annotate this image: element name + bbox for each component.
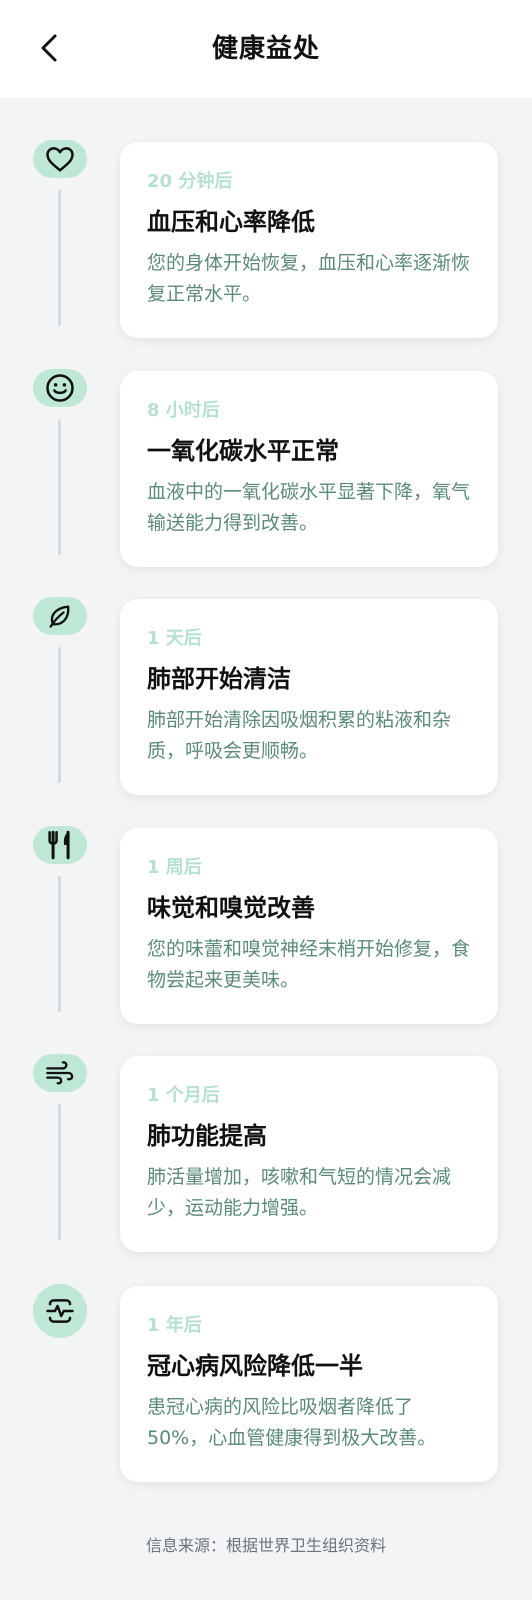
benefit-description: 您的身体开始恢复，血压和心率逐渐恢复正常水平。 (147, 252, 471, 305)
chevron-left-icon (41, 34, 57, 62)
benefit-description: 患冠心病的风险比吸烟者降低了50%，心血管健康得到极大改善。 (147, 1396, 437, 1449)
top-bar: 健康益处 (0, 0, 532, 99)
utensils-icon (48, 830, 70, 860)
timeline-connector (58, 647, 61, 783)
back-button[interactable] (28, 26, 72, 70)
timeline-connector (58, 190, 61, 326)
timeline-dot (33, 369, 87, 407)
benefit-title: 肺部开始清洁 (147, 665, 291, 693)
timeline-item: 1 年后 冠心病风险降低一半 患冠心病的风险比吸烟者降低了50%，心血管健康得到… (0, 1284, 532, 1484)
heart-icon (46, 147, 74, 172)
benefit-card[interactable]: 1 个月后 肺功能提高 肺活量增加，咳嗽和气短的情况会减少，运动能力增强。 (120, 1056, 498, 1252)
benefit-title: 冠心病风险降低一半 (147, 1352, 363, 1380)
page-title: 健康益处 (211, 34, 320, 64)
source-note: 信息来源：根据世界卫生组织资料 (145, 1536, 386, 1555)
benefit-time: 8 小时后 (147, 400, 220, 421)
benefit-card[interactable]: 20 分钟后 血压和心率降低 您的身体开始恢复，血压和心率逐渐恢复正常水平。 (120, 142, 498, 338)
timeline-dot (33, 140, 87, 178)
timeline-connector (58, 1104, 61, 1240)
benefit-time: 1 天后 (147, 628, 202, 649)
leaf-icon (49, 605, 70, 628)
timeline-item: 1 个月后 肺功能提高 肺活量增加，咳嗽和气短的情况会减少，运动能力增强。 (0, 1054, 532, 1254)
timeline-item: 1 天后 肺部开始清洁 肺部开始清除因吸烟积累的粘液和杂质，呼吸会更顺畅。 (0, 597, 532, 797)
timeline-dot (33, 826, 87, 864)
timeline-item: 8 小时后 一氧化碳水平正常 血液中的一氧化碳水平显著下降，氧气输送能力得到改善… (0, 369, 532, 569)
benefit-description: 您的味蕾和嗅觉神经末梢开始修复，食物尝起来更美味。 (147, 938, 471, 991)
benefit-description: 肺活量增加，咳嗽和气短的情况会减少，运动能力增强。 (147, 1166, 452, 1219)
wind-icon (46, 1061, 74, 1085)
timeline-dot (33, 1054, 87, 1092)
benefit-card[interactable]: 1 天后 肺部开始清洁 肺部开始清除因吸烟积累的粘液和杂质，呼吸会更顺畅。 (120, 599, 498, 795)
benefit-title: 血压和心率降低 (147, 208, 315, 236)
benefit-time: 1 年后 (147, 1315, 202, 1336)
benefit-time: 1 周后 (147, 857, 202, 878)
benefit-time: 1 个月后 (147, 1085, 220, 1106)
benefit-title: 一氧化碳水平正常 (147, 437, 339, 465)
smile-icon (46, 374, 74, 402)
benefit-card[interactable]: 1 周后 味觉和嗅觉改善 您的味蕾和嗅觉神经末梢开始修复，食物尝起来更美味。 (120, 828, 498, 1024)
timeline-item: 20 分钟后 血压和心率降低 您的身体开始恢复，血压和心率逐渐恢复正常水平。 (0, 140, 532, 340)
heart-pulse-icon (46, 1299, 74, 1323)
benefit-card[interactable]: 8 小时后 一氧化碳水平正常 血液中的一氧化碳水平显著下降，氧气输送能力得到改善… (120, 371, 498, 567)
timeline-item: 1 周后 味觉和嗅觉改善 您的味蕾和嗅觉神经末梢开始修复，食物尝起来更美味。 (0, 826, 532, 1026)
benefit-time: 20 分钟后 (147, 171, 233, 192)
benefit-description: 血液中的一氧化碳水平显著下降，氧气输送能力得到改善。 (147, 481, 471, 534)
benefit-title: 味觉和嗅觉改善 (147, 894, 315, 922)
timeline-dot (33, 597, 87, 635)
benefit-title: 肺功能提高 (147, 1122, 267, 1150)
timeline-connector (58, 876, 61, 1012)
benefit-description: 肺部开始清除因吸烟积累的粘液和杂质，呼吸会更顺畅。 (147, 709, 452, 762)
timeline-connector (58, 419, 61, 555)
benefit-card[interactable]: 1 年后 冠心病风险降低一半 患冠心病的风险比吸烟者降低了50%，心血管健康得到… (120, 1286, 498, 1482)
timeline-dot (33, 1284, 87, 1338)
